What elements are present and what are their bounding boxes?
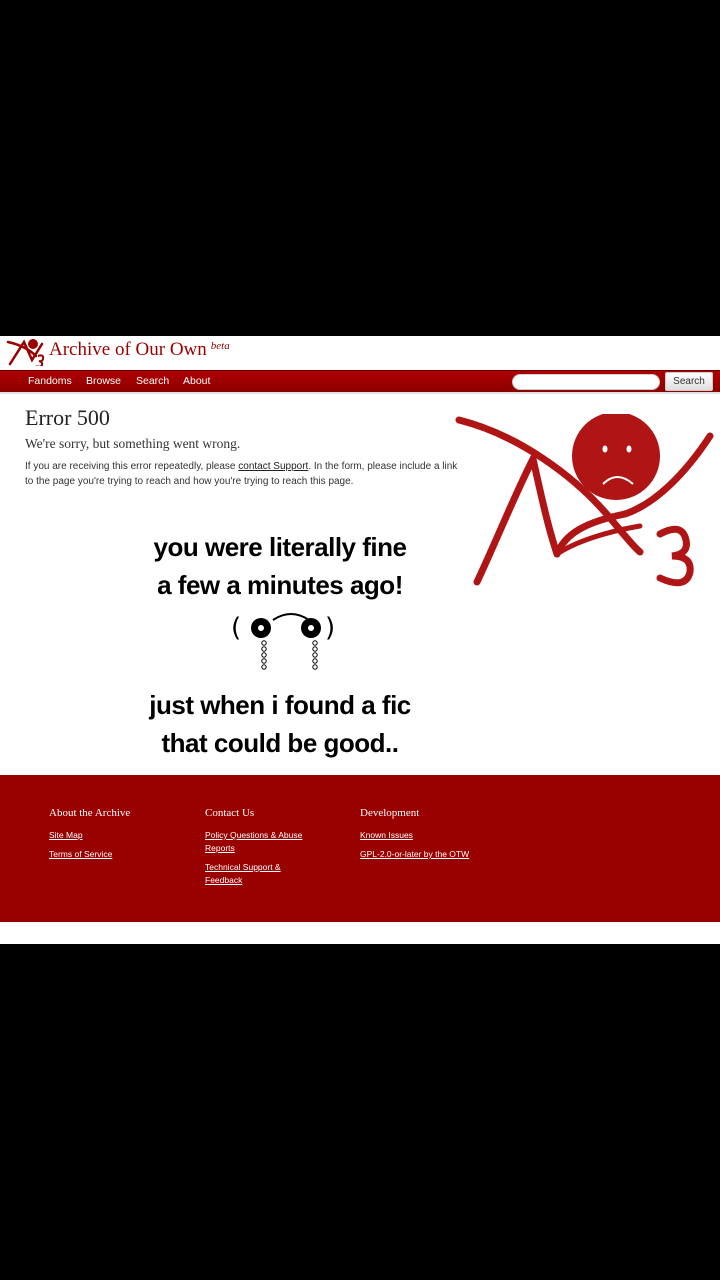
crying-face-icon: ( ) [231,613,335,670]
site-footer: About the Archive Site Map Terms of Serv… [0,775,720,922]
terms-of-service-link[interactable]: Terms of Service [49,848,199,861]
footer-heading-contact: Contact Us [205,807,255,819]
site-title-text[interactable]: Archive of Our Own [49,339,207,360]
caption-line-3: just when i found a fic [149,690,411,720]
contact-support-link[interactable]: contact Support [238,461,308,472]
technical-support-link-cont[interactable]: Feedback [205,874,355,887]
svg-text:(: ( [231,613,241,643]
svg-text:): ) [325,613,335,643]
footer-column-about: About the Archive Site Map Terms of Serv… [49,807,199,867]
footer-column-development: Development Known Issues GPL-2.0-or-late… [360,807,560,867]
nav-about[interactable]: About [183,375,210,387]
nav-fandoms[interactable]: Fandoms [28,375,72,387]
ao3-logo-icon[interactable] [6,336,48,366]
policy-questions-link-cont[interactable]: Reports [205,842,355,855]
beta-label: beta [210,340,230,352]
caption-line-4: that could be good.. [161,728,399,758]
search-button[interactable]: Search [665,372,713,391]
error-message-prefix: If you are receiving this error repeated… [25,461,239,472]
policy-questions-link[interactable]: Policy Questions & Abuse [205,829,355,842]
footer-column-contact: Contact Us Policy Questions & Abuse Repo… [205,807,355,893]
caption-line-2: a few a minutes ago! [157,570,403,600]
site-title[interactable]: Archive of Our Own beta [49,339,230,361]
nav-search[interactable]: Search [136,375,169,387]
known-issues-link[interactable]: Known Issues [360,829,560,842]
footer-heading-about: About the Archive [49,807,131,819]
primary-navigation: Fandoms Browse Search About Search [0,370,720,394]
site-header: Archive of Our Own beta [0,336,720,370]
caption-line-1: you were literally fine [153,532,407,562]
nav-browse[interactable]: Browse [86,375,121,387]
footer-heading-development: Development [360,807,420,819]
search-input[interactable] [512,374,660,390]
technical-support-link[interactable]: Technical Support & [205,861,355,874]
error-title: Error 500 [25,405,110,430]
sad-ao3-logo-icon [455,414,714,587]
browser-page: Archive of Our Own beta Fandoms Browse Se… [0,336,720,944]
error-subtitle: We're sorry, but something went wrong. [25,436,241,451]
license-link[interactable]: GPL-2.0-or-later by the OTW [360,848,560,861]
site-map-link[interactable]: Site Map [49,829,199,842]
error-message: If you are receiving this error repeated… [25,459,465,489]
